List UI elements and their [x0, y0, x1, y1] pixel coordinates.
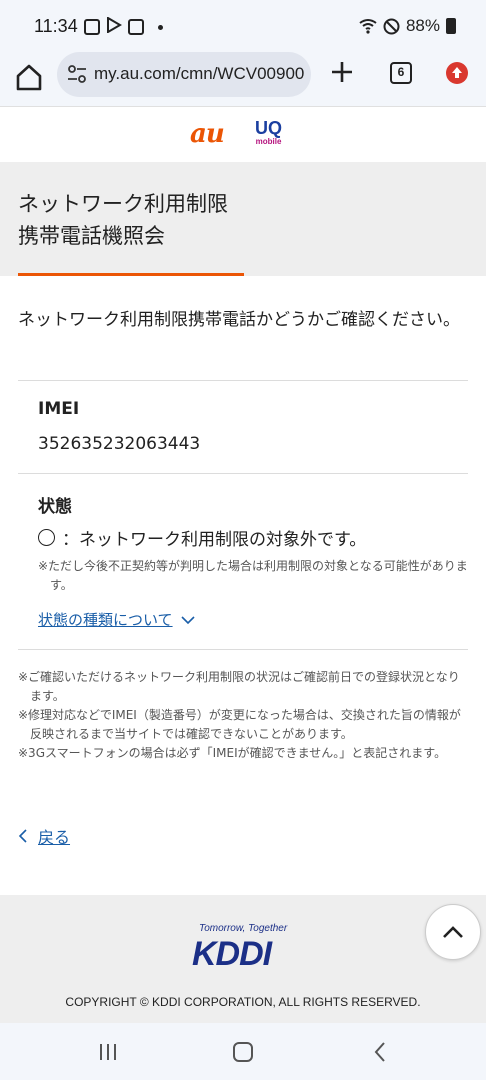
copyright-text: COPYRIGHT © KDDI CORPORATION, ALL RIGHTS… [65, 995, 421, 1009]
kddi-tagline: Tomorrow, Together [199, 923, 288, 934]
imei-label: IMEI [38, 399, 80, 419]
au-logo: au [190, 119, 225, 149]
site-settings-icon[interactable] [67, 64, 87, 84]
home-nav-icon[interactable] [233, 1042, 253, 1062]
battery-percent: 88% [405, 16, 440, 35]
kddi-logo: KDDI [192, 935, 272, 973]
system-icons: 88% [359, 16, 456, 36]
uq-logo-subtext: mobile [255, 137, 282, 146]
new-tab-icon[interactable] [330, 60, 354, 84]
footnotes: ※ご確認いただけるネットワーク利用制限の状況はご確認前日での登録状況となります。… [18, 668, 470, 763]
page-title-line-2: 携帯電話機照会 [18, 224, 165, 248]
update-icon[interactable] [446, 62, 468, 84]
status-time: 11:34 [34, 16, 78, 36]
footnote-item: ※ご確認いただけるネットワーク利用制限の状況はご確認前日での登録状況となります。 [18, 670, 460, 703]
title-accent-underline [18, 273, 244, 276]
intro-text: ネットワーク利用制限携帯電話かどうかご確認ください。 [18, 310, 460, 330]
play-store-notification-icon [106, 16, 122, 37]
home-icon[interactable] [14, 62, 44, 92]
notification-icons [84, 16, 163, 37]
page-title-line-1: ネットワーク利用制限 [18, 192, 228, 216]
imei-value: 352635232063443 [38, 434, 201, 454]
page-title: ネットワーク利用制限 携帯電話機照会 [18, 188, 228, 252]
url-text: my.au.com/cmn/WCV00900 [94, 64, 305, 83]
status-types-link[interactable]: 状態の種類について [38, 609, 195, 630]
status-bar: 11:34 88% [0, 0, 486, 52]
divider [18, 649, 468, 650]
brand-header: au UQ mobile [0, 106, 486, 162]
status-result-text: ：ネットワーク利用制限の対象外です。 [62, 530, 367, 550]
scroll-to-top-button[interactable] [425, 904, 481, 960]
gallery-notification-icon [84, 19, 100, 35]
tab-switcher-button[interactable]: 6 [390, 62, 412, 84]
status-types-link-label[interactable]: 状態の種類について [38, 609, 173, 630]
uq-mobile-logo: UQ mobile [255, 119, 282, 147]
chevron-left-icon[interactable] [18, 828, 28, 844]
back-link-label[interactable]: 戻る [38, 824, 70, 848]
system-nav-bar [0, 1023, 486, 1080]
chevron-down-icon[interactable] [180, 615, 195, 625]
footnote-item: ※3Gスマートフォンの場合は必ず「IMEIが確認できません。」と表記されます。 [18, 746, 447, 760]
divider [18, 473, 468, 474]
wifi-icon [359, 19, 377, 34]
status-note: ※ただし今後不正契約等が判明した場合は利用制限の対象となる可能性があります。 [38, 559, 468, 592]
browser-toolbar: my.au.com/cmn/WCV00900 6 [0, 52, 486, 106]
message-notification-icon [128, 19, 144, 35]
url-bar[interactable]: my.au.com/cmn/WCV00900 [57, 52, 311, 97]
footer: Tomorrow, Together KDDI COPYRIGHT © KDDI… [0, 895, 486, 1023]
footnote-item: ※修理対応などでIMEI（製造番号）が変更になった場合は、交換された旨の情報が反… [18, 708, 461, 741]
battery-icon [446, 18, 456, 34]
back-link[interactable]: 戻る [18, 824, 70, 848]
divider [18, 380, 468, 381]
chevron-up-icon[interactable] [442, 925, 464, 939]
page-title-section: ネットワーク利用制限 携帯電話機照会 [0, 162, 486, 276]
status-result: ：ネットワーク利用制限の対象外です。 [38, 525, 366, 550]
back-nav-icon[interactable] [372, 1041, 388, 1063]
status-label: 状態 [38, 497, 72, 517]
more-notifications-dot-icon [158, 24, 163, 30]
uq-logo-text: UQ [255, 118, 282, 138]
recent-apps-icon[interactable] [98, 1043, 118, 1061]
circle-mark-icon [38, 529, 55, 546]
dnd-icon [383, 18, 400, 34]
